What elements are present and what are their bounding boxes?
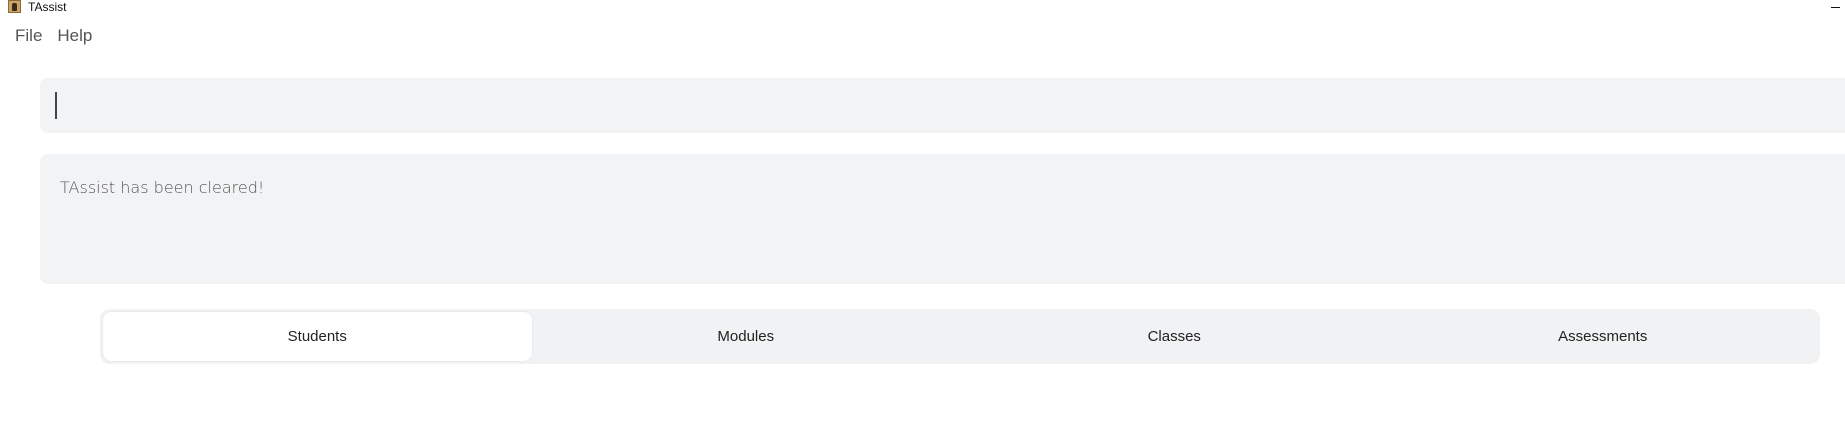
result-message: TAssist has been cleared! (60, 178, 265, 197)
command-input[interactable] (54, 92, 1845, 120)
menu-bar: File Help (0, 24, 100, 48)
tab-assessments[interactable]: Assessments (1389, 312, 1818, 361)
tab-students[interactable]: Students (103, 312, 532, 361)
tab-modules[interactable]: Modules (532, 312, 961, 361)
text-caret (55, 92, 57, 119)
menu-help[interactable]: Help (50, 24, 100, 48)
app-icon (8, 0, 21, 13)
window-title: TAssist (28, 0, 67, 14)
title-bar: TAssist (0, 0, 1845, 16)
result-display: TAssist has been cleared! (40, 154, 1845, 284)
tab-classes[interactable]: Classes (960, 312, 1389, 361)
menu-file[interactable]: File (0, 24, 50, 48)
minimize-icon[interactable] (1799, 0, 1845, 16)
tab-bar: Students Modules Classes Assessments (100, 309, 1820, 364)
command-box (40, 78, 1845, 133)
